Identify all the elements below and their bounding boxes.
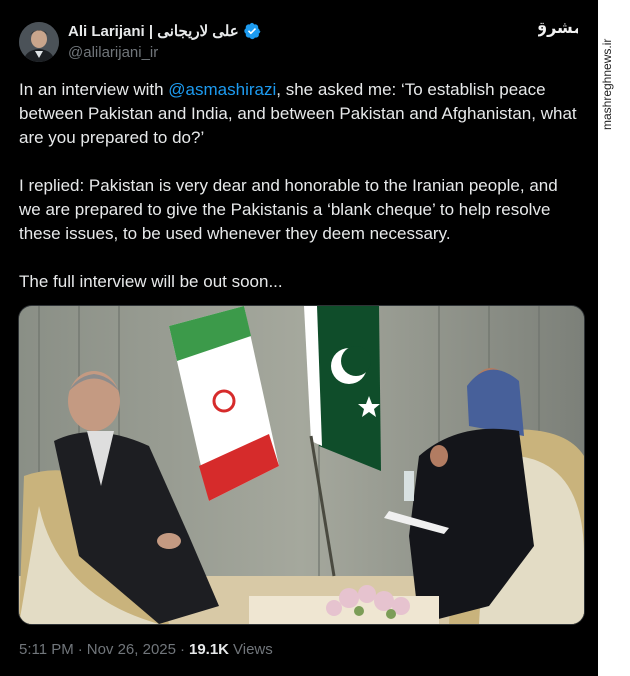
mashregh-logo-icon: مشرق <box>538 18 578 37</box>
tweet-paragraph-1: In an interview with @asmashirazi, she a… <box>19 78 579 150</box>
tweet-date[interactable]: Nov 26, 2025 <box>87 641 176 658</box>
text-span: In an interview with <box>19 80 169 99</box>
tweet-time[interactable]: 5:11 PM <box>19 641 74 658</box>
views-count: 19.1K <box>188 641 230 658</box>
tweet-meta: 5:11 PM · Nov 26, 2025 · 19.1K Views <box>19 641 273 658</box>
watermark-logo-text: مشرق <box>538 18 578 37</box>
avatar[interactable] <box>19 22 59 62</box>
tweet-paragraph-2: I replied: Pakistan is very dear and hon… <box>19 176 558 243</box>
author-name-row[interactable]: Ali Larijani | علی لاریجانی <box>68 22 261 40</box>
mention-link[interactable]: @asmashirazi <box>168 80 276 99</box>
interview-photo <box>19 306 584 624</box>
tweet-text: In an interview with @asmashirazi, she a… <box>19 78 579 318</box>
tweet-card: Ali Larijani | علی لاریجانی @alilarijani… <box>0 0 598 676</box>
verified-badge-icon <box>244 22 261 40</box>
author-display-name[interactable]: Ali Larijani | علی لاریجانی <box>68 22 239 40</box>
tweet-photo[interactable] <box>18 305 585 625</box>
author-handle[interactable]: @alilarijani_ir <box>68 44 158 61</box>
tweet-paragraph-3: The full interview will be out soon... <box>19 272 283 291</box>
meta-separator: · <box>77 641 83 658</box>
meta-separator: · <box>179 641 185 658</box>
watermark-site-text: mashreghnews.ir <box>600 38 614 130</box>
views-label: Views <box>233 641 273 658</box>
avatar-portrait <box>19 22 59 62</box>
